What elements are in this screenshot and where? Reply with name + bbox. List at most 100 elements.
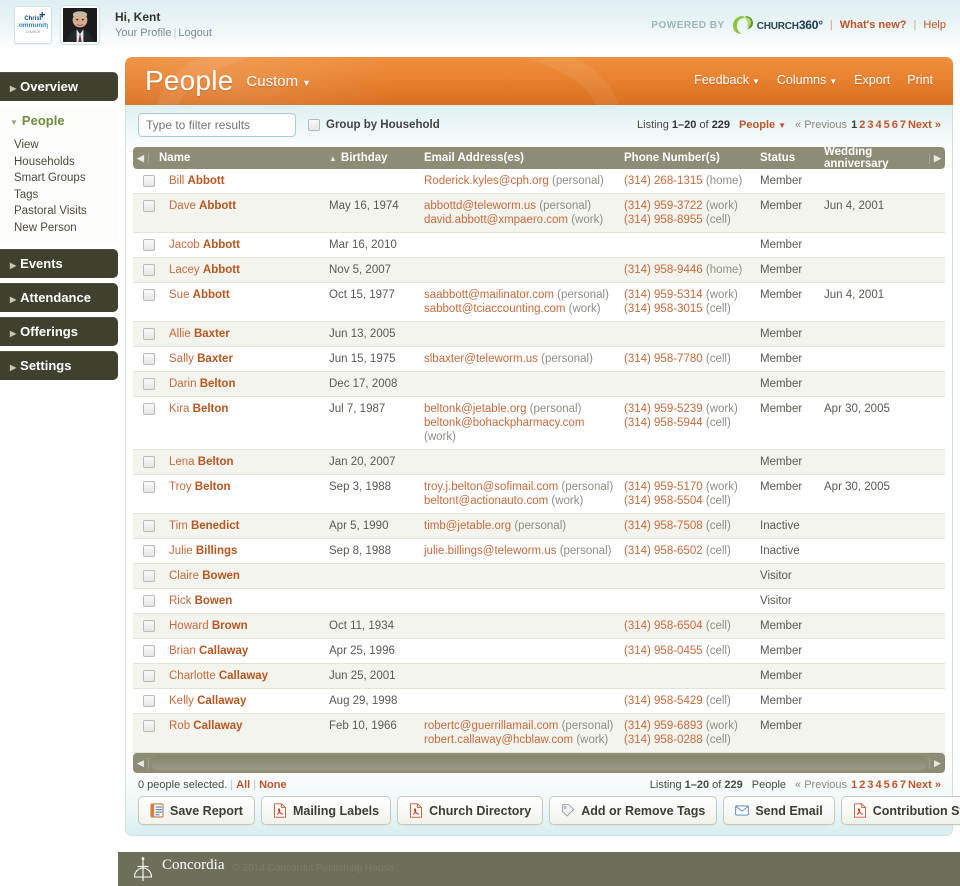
person-name-link[interactable]: Darin Belton [169, 378, 235, 390]
phone-link[interactable]: (314) 958-0288 [624, 734, 703, 746]
page-5-bottom[interactable]: 5 [884, 779, 890, 791]
phone-link[interactable]: (314) 958-0455 [624, 645, 703, 657]
phone-link[interactable]: (314) 959-5170 [624, 481, 703, 493]
page-4[interactable]: 4 [875, 119, 881, 131]
table-row[interactable]: Rob Callaway Feb 10, 1966 robertc@guerrill… [133, 713, 945, 753]
menu-print[interactable]: Print [907, 73, 933, 87]
table-row[interactable]: Charlotte Callaway Jun 25, 2001 Member [133, 663, 945, 689]
sidebar-item-people[interactable]: ▼ People [0, 106, 118, 135]
row-checkbox[interactable] [143, 569, 155, 582]
page-2-bottom[interactable]: 2 [859, 779, 865, 791]
menu-export[interactable]: Export [854, 73, 890, 87]
cell-name[interactable]: Bill Abbott [159, 169, 319, 194]
email-link[interactable]: Roderick.kyles@cph.org [424, 175, 549, 187]
page-5[interactable]: 5 [884, 119, 890, 131]
cell-name[interactable]: Brian Callaway [159, 638, 319, 664]
email-link[interactable]: david.abbott@xmpaero.com [424, 214, 568, 226]
pagination-next-bottom[interactable]: Next » [908, 779, 941, 791]
email-link[interactable]: beltonk@jetable.org [424, 403, 526, 415]
row-checkbox[interactable] [143, 352, 155, 365]
cell-name[interactable]: Rick Bowen [159, 588, 319, 614]
sidebar-item-offerings[interactable]: ▶ Offerings [0, 317, 118, 346]
column-header-name[interactable]: Name [149, 152, 319, 164]
email-link[interactable]: timb@jetable.org [424, 520, 511, 532]
page-6[interactable]: 6 [892, 119, 898, 131]
cell-name[interactable]: Lacey Abbott [159, 257, 319, 283]
column-header-status[interactable]: Status [750, 152, 814, 164]
scrollbar-thumb[interactable] [151, 756, 927, 770]
phone-link[interactable]: (314) 958-7508 [624, 520, 703, 532]
column-header-birthday[interactable]: ▲ Birthday [319, 152, 414, 164]
phone-link[interactable]: (314) 268-1315 [624, 175, 703, 187]
email-link[interactable]: sabbott@tciaccounting.com [424, 303, 565, 315]
row-checkbox[interactable] [143, 402, 155, 415]
person-name-link[interactable]: Dave Abbott [169, 200, 236, 212]
person-name-link[interactable]: Rick Bowen [169, 595, 232, 607]
sidebar-item-events[interactable]: ▶ Events [0, 249, 118, 278]
table-row[interactable]: Kira Belton Jul 7, 1987 beltonk@jetable.or… [133, 396, 945, 450]
pagination-previous[interactable]: « Previous [795, 119, 847, 131]
table-row[interactable]: Bill Abbott Roderick.kyles@cph.org (perso… [133, 169, 945, 194]
cell-name[interactable]: Kira Belton [159, 396, 319, 450]
person-name-link[interactable]: Rob Callaway [169, 720, 243, 732]
phone-link[interactable]: (314) 958-5944 [624, 417, 703, 429]
table-row[interactable]: Darin Belton Dec 17, 2008 Member [133, 371, 945, 397]
row-checkbox[interactable] [143, 619, 155, 632]
menu-feedback[interactable]: Feedback ▼ [694, 73, 760, 87]
sidebar-subitem-pastoral-visits[interactable]: Pastoral Visits [14, 203, 118, 220]
person-name-link[interactable]: Sally Baxter [169, 353, 233, 365]
page-1[interactable]: 1 [851, 119, 857, 131]
row-checkbox[interactable] [143, 719, 155, 732]
table-row[interactable]: Rick Bowen Visitor [133, 588, 945, 614]
table-row[interactable]: Troy Belton Sep 3, 1988 troy.j.belton@sofi… [133, 474, 945, 514]
phone-link[interactable]: (314) 959-5314 [624, 289, 703, 301]
column-header-email[interactable]: Email Address(es) [414, 152, 614, 164]
scroll-left-icon[interactable]: ◀ [133, 152, 149, 164]
cell-name[interactable]: Sally Baxter [159, 346, 319, 372]
scroll-right-icon[interactable]: ▶ [929, 152, 945, 164]
mailing-labels-button[interactable]: Mailing Labels [260, 796, 392, 825]
email-link[interactable]: slbaxter@teleworm.us [424, 353, 538, 365]
horizontal-scrollbar[interactable]: ◀ ▶ [133, 753, 945, 773]
page-2[interactable]: 2 [859, 119, 865, 131]
phone-link[interactable]: (314) 958-7780 [624, 353, 703, 365]
cell-name[interactable]: Rob Callaway [159, 713, 319, 753]
email-link[interactable]: beltont@actionauto.com [424, 495, 548, 507]
pagination-next[interactable]: Next » [908, 119, 941, 131]
cell-name[interactable]: Howard Brown [159, 613, 319, 639]
cell-name[interactable]: Troy Belton [159, 474, 319, 514]
pagination-previous-bottom[interactable]: « Previous [795, 779, 847, 791]
page-6-bottom[interactable]: 6 [892, 779, 898, 791]
person-name-link[interactable]: Charlotte Callaway [169, 670, 268, 682]
row-checkbox[interactable] [143, 694, 155, 707]
search-input[interactable] [138, 113, 296, 137]
email-link[interactable]: troy.j.belton@sofimail.com [424, 481, 558, 493]
cell-name[interactable]: Darin Belton [159, 371, 319, 397]
person-name-link[interactable]: Julie Billings [169, 545, 237, 557]
cell-name[interactable]: Allie Baxter [159, 321, 319, 347]
person-name-link[interactable]: Allie Baxter [169, 328, 230, 340]
cell-name[interactable]: Charlotte Callaway [159, 663, 319, 689]
person-name-link[interactable]: Lena Belton [169, 456, 234, 468]
cell-name[interactable]: Dave Abbott [159, 193, 319, 233]
menu-columns[interactable]: Columns ▼ [777, 73, 837, 87]
row-checkbox[interactable] [143, 288, 155, 301]
page-1-bottom[interactable]: 1 [851, 779, 857, 791]
cell-name[interactable]: Sue Abbott [159, 282, 319, 322]
church-logo[interactable]: Christ Community CHURCH [14, 6, 52, 44]
row-checkbox[interactable] [143, 594, 155, 607]
person-name-link[interactable]: Claire Bowen [169, 570, 240, 582]
whats-new-link[interactable]: What's new? [840, 19, 907, 31]
sidebar-subitem-smart-groups[interactable]: Smart Groups [14, 170, 118, 187]
cell-name[interactable]: Julie Billings [159, 538, 319, 564]
row-checkbox[interactable] [143, 519, 155, 532]
table-row[interactable]: Lena Belton Jan 20, 2007 Member [133, 449, 945, 475]
sidebar-subitem-view[interactable]: View [14, 137, 118, 154]
contribution-statements-button[interactable]: Contribution Statements [840, 796, 960, 825]
row-checkbox[interactable] [143, 455, 155, 468]
email-link[interactable]: abbottd@teleworm.us [424, 200, 536, 212]
your-profile-link[interactable]: Your Profile [115, 27, 171, 39]
sidebar-subitem-new-person[interactable]: New Person [14, 220, 118, 237]
phone-link[interactable]: (314) 958-9446 [624, 264, 703, 276]
sidebar-item-overview[interactable]: ▶ Overview [0, 72, 118, 101]
